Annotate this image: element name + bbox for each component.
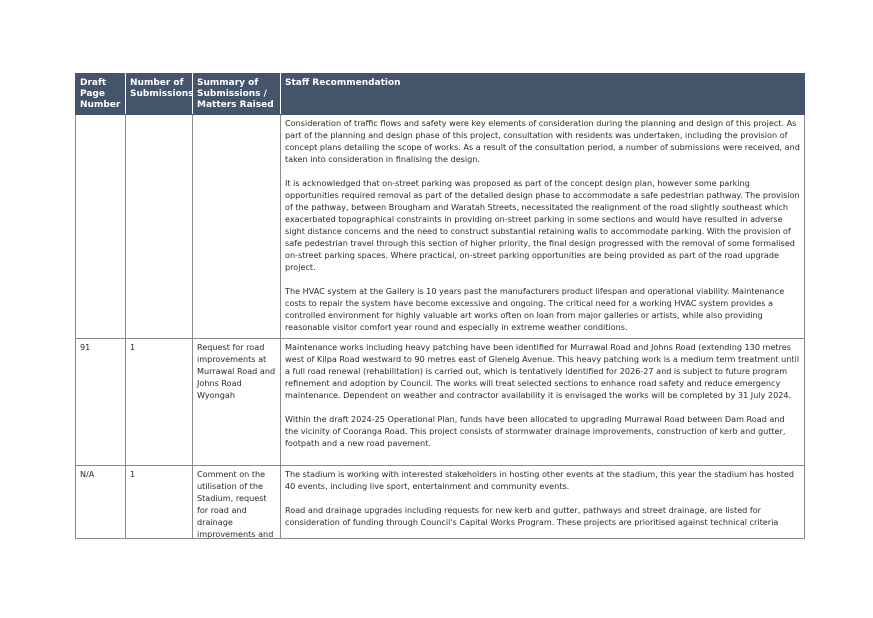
cell-summary: Request for road improvements at Murrawa… <box>192 338 281 466</box>
cell-draft-page-text: N/A <box>80 469 95 479</box>
recommendation-paragraph: The HVAC system at the Gallery is 10 yea… <box>285 286 785 332</box>
cell-staff-recommendation-clip: The stadium is working with interested s… <box>285 468 800 538</box>
cell-draft-page: N/A <box>75 465 126 539</box>
recommendation-paragraph: Road and drainage upgrades including req… <box>285 505 779 527</box>
recommendation-paragraph: Within the draft 2024-25 Operational Pla… <box>285 414 786 448</box>
recommendation-paragraph: Maintenance works including heavy patchi… <box>285 342 800 400</box>
recommendation-paragraph: The stadium is working with interested s… <box>285 469 795 491</box>
header-staff-recommendation: Staff Recommendation <box>280 73 805 115</box>
cell-submission-count: 1 <box>125 338 193 466</box>
cell-submission-count <box>125 114 193 339</box>
cell-submission-count: 1 <box>125 465 193 539</box>
cell-summary <box>192 114 281 339</box>
header-summary-of-submissions: Summary of Submissions / Matters Raised <box>192 73 281 115</box>
cell-summary: Comment on the utilisation of the Stadiu… <box>192 465 281 539</box>
cell-staff-recommendation: Maintenance works including heavy patchi… <box>280 338 805 466</box>
recommendation-paragraph: It is acknowledged that on-street parkin… <box>285 178 800 272</box>
table-row: 91 1 Request for road improvements at Mu… <box>75 338 805 466</box>
cell-draft-page: 91 <box>75 338 126 466</box>
cell-staff-recommendation: The stadium is working with interested s… <box>280 465 805 539</box>
header-number-of-submissions: Number of Submissions <box>125 73 194 115</box>
submissions-table: Draft Page Number Number of Submissions … <box>75 73 805 539</box>
cell-summary-text: Comment on the utilisation of the Stadiu… <box>197 469 274 538</box>
recommendation-paragraph: Consideration of traffic flows and safet… <box>285 118 800 164</box>
table-row: Consideration of traffic flows and safet… <box>75 114 805 339</box>
cell-draft-page <box>75 114 126 339</box>
table-row: N/A 1 Comment on the utilisation of the … <box>75 465 805 539</box>
header-draft-page-number: Draft Page Number <box>75 73 126 115</box>
cell-staff-recommendation: Consideration of traffic flows and safet… <box>280 114 805 339</box>
cell-submission-count-text: 1 <box>130 469 136 479</box>
table-header-row: Draft Page Number Number of Submissions … <box>75 73 805 115</box>
